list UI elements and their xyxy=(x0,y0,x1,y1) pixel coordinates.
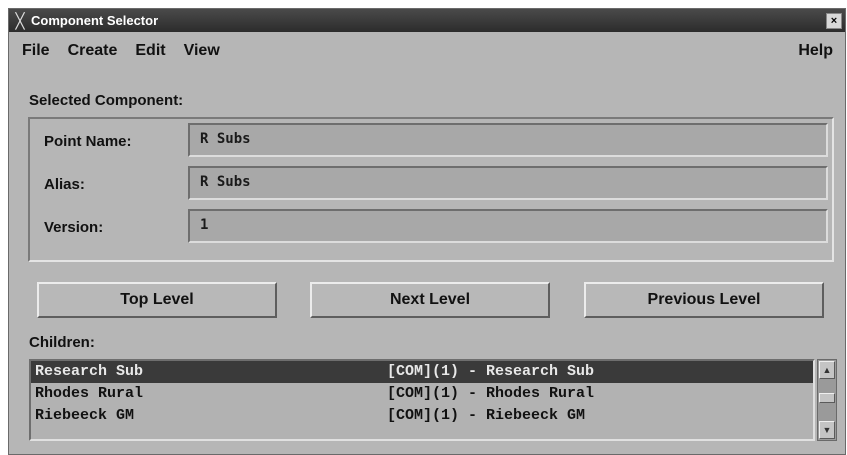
menu-create[interactable]: Create xyxy=(68,42,118,60)
top-level-button[interactable]: Top Level xyxy=(37,282,277,318)
menu-bar: File Create Edit View Help xyxy=(9,32,845,70)
menu-help[interactable]: Help xyxy=(798,42,833,60)
next-level-button[interactable]: Next Level xyxy=(310,282,550,318)
window-title: Component Selector xyxy=(31,13,159,28)
selected-component-heading: Selected Component: xyxy=(29,92,184,109)
child-description: [COM](1) - Research Sub xyxy=(387,363,595,380)
point-name-label: Point Name: xyxy=(44,133,132,150)
menu-file[interactable]: File xyxy=(22,42,50,60)
child-description: [COM](1) - Rhodes Rural xyxy=(387,385,595,402)
x-window-icon: ╳ xyxy=(15,12,25,30)
component-selector-window: ╳ Component Selector × File Create Edit … xyxy=(8,8,846,455)
selected-component-group: Point Name: R Subs Alias: R Subs Version… xyxy=(28,117,834,262)
title-bar[interactable]: ╳ Component Selector × xyxy=(9,9,845,32)
version-field: 1 xyxy=(188,209,828,243)
point-name-field: R Subs xyxy=(188,123,828,157)
alias-field: R Subs xyxy=(188,166,828,200)
point-name-row: Point Name: R Subs xyxy=(30,121,832,161)
child-name: Riebeeck GM xyxy=(35,407,135,424)
child-description: [COM](1) - Riebeeck GM xyxy=(387,407,586,424)
child-name: Research Sub xyxy=(35,363,144,380)
list-item[interactable]: Rhodes Rural [COM](1) - Rhodes Rural xyxy=(31,383,813,405)
alias-label: Alias: xyxy=(44,176,85,193)
menu-edit[interactable]: Edit xyxy=(135,42,165,60)
menu-view[interactable]: View xyxy=(184,42,220,60)
scroll-down-icon[interactable]: ▼ xyxy=(819,421,835,439)
alias-row: Alias: R Subs xyxy=(30,164,832,204)
previous-level-button[interactable]: Previous Level xyxy=(584,282,824,318)
children-list[interactable]: Research Sub [COM](1) - Research Sub Rho… xyxy=(29,359,815,441)
version-row: Version: 1 xyxy=(30,207,832,247)
list-item[interactable]: Research Sub [COM](1) - Research Sub xyxy=(31,361,813,383)
close-icon[interactable]: × xyxy=(826,13,842,29)
version-label: Version: xyxy=(44,219,104,236)
children-heading: Children: xyxy=(29,334,95,351)
child-name: Rhodes Rural xyxy=(35,385,144,402)
scroll-thumb[interactable] xyxy=(819,393,835,403)
scroll-up-icon[interactable]: ▲ xyxy=(819,361,835,379)
children-scrollbar[interactable]: ▲ ▼ xyxy=(817,359,837,441)
list-item[interactable]: Riebeeck GM [COM](1) - Riebeeck GM xyxy=(31,405,813,427)
